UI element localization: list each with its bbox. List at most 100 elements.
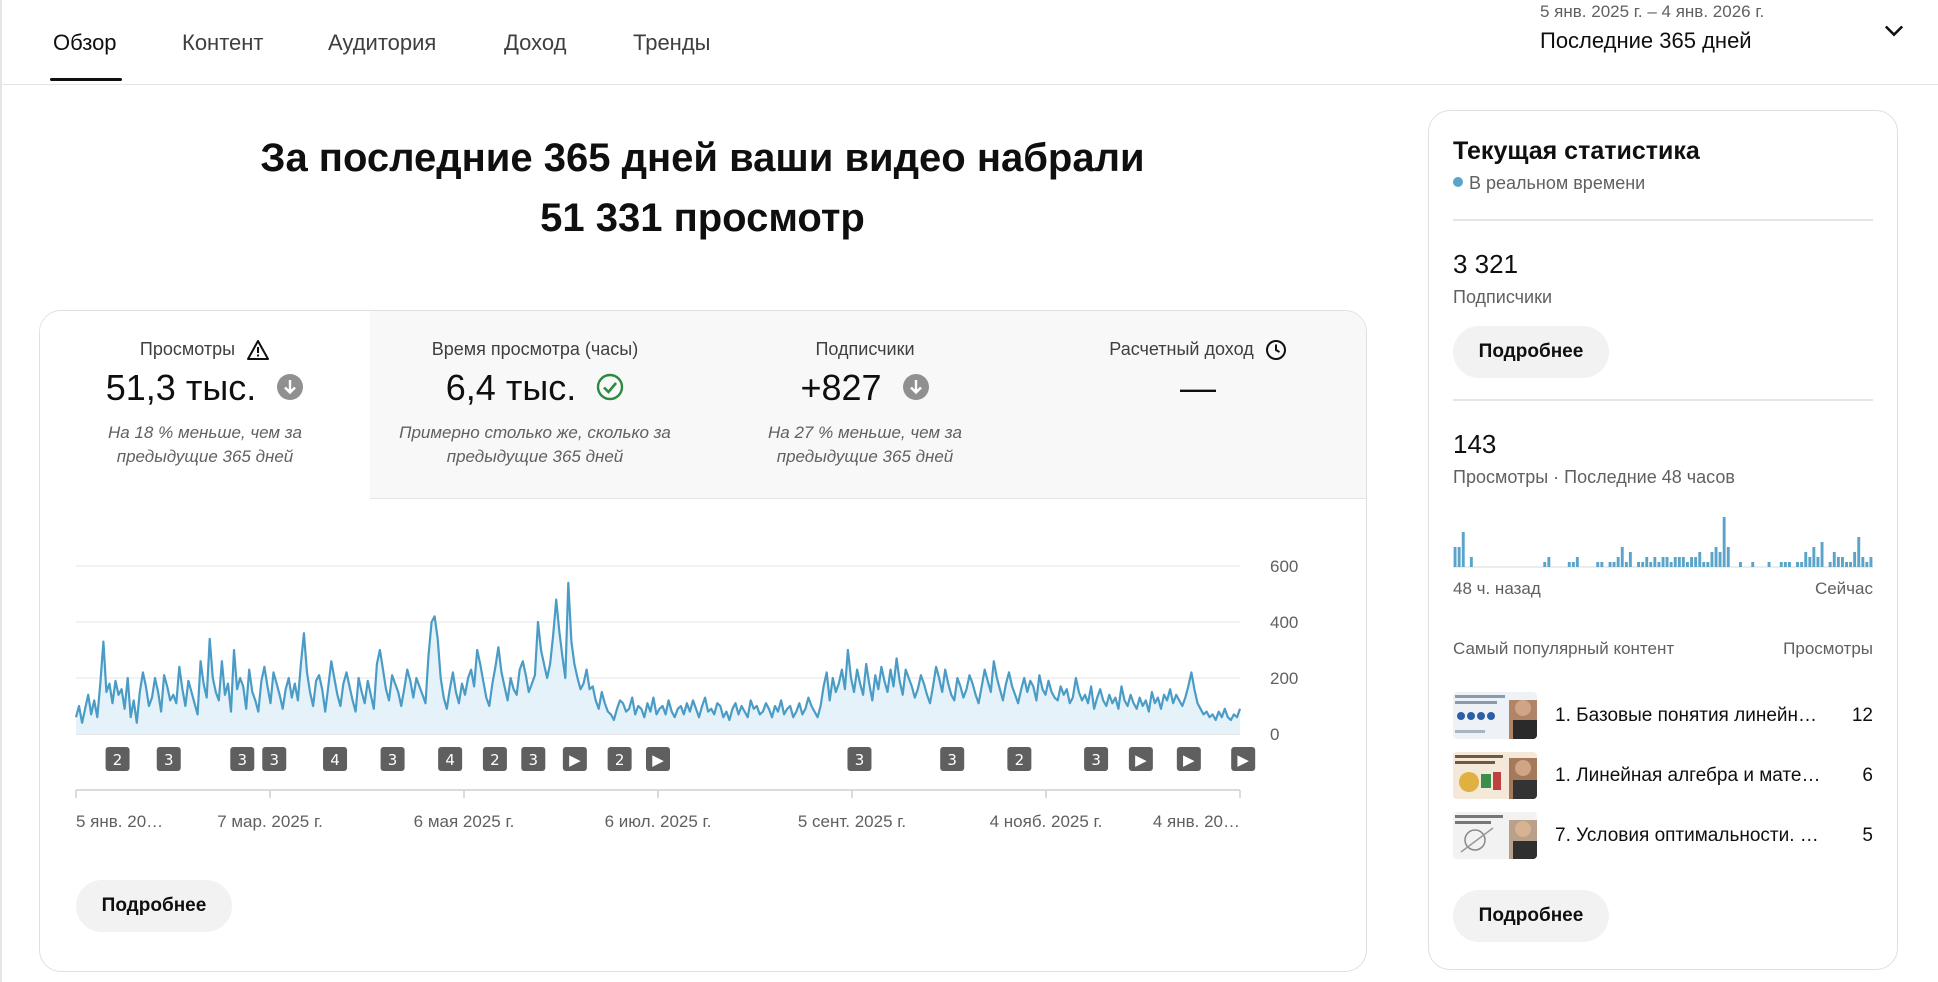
tab-overview[interactable]: Обзор: [53, 30, 117, 56]
top-content-row[interactable]: 1. Линейная алгебра и математический ана…: [1453, 752, 1873, 802]
date-range-label: Последние 365 дней: [1540, 28, 1752, 53]
chart-marker[interactable]: ▶: [1176, 747, 1201, 771]
views-bar: [1702, 562, 1706, 567]
top-content-title: 7. Условия оптимальности. Функция Лагран…: [1555, 825, 1825, 846]
y-tick-label: 400: [1270, 613, 1298, 632]
marker-label: 3: [529, 751, 539, 769]
chart-marker[interactable]: 2: [607, 747, 632, 771]
views-bar: [1681, 557, 1685, 567]
marker-label: 2: [113, 751, 123, 769]
top-content-row[interactable]: 7. Условия оптимальности. Функция Лагран…: [1453, 812, 1873, 862]
marker-label: 3: [269, 751, 279, 769]
metric-title-text: Время просмотра (часы): [431, 339, 639, 359]
chart-marker[interactable]: 2: [105, 747, 130, 771]
views-bar: [1649, 562, 1653, 567]
top-content-col-label: Просмотры: [1783, 639, 1873, 658]
warning-icon[interactable]: [246, 339, 270, 361]
y-tick-label: 200: [1270, 669, 1298, 688]
metric-value-text: 51,3 тыс.: [105, 367, 257, 408]
arrow-down-circle-icon: [902, 374, 929, 401]
views-bar: [1694, 557, 1698, 567]
views-bar: [1567, 562, 1571, 567]
views-bar: [1832, 552, 1836, 567]
marker-label: 4: [445, 751, 455, 769]
chart-marker[interactable]: 3: [1084, 747, 1109, 771]
marker-label: 3: [388, 751, 398, 769]
tab-audience[interactable]: Аудитория: [328, 30, 436, 56]
views-bar: [1628, 552, 1632, 567]
active-tab-indicator: [50, 78, 122, 81]
chart-marker[interactable]: 3: [521, 747, 546, 771]
marker-label: ▶: [1135, 751, 1147, 769]
views-bar: [1575, 557, 1579, 567]
realtime-live-text: В реальном времени: [1469, 173, 1646, 193]
chart-marker[interactable]: 3: [262, 747, 287, 771]
headline-line-1: За последние 365 дней ваши видео набрали: [260, 136, 1145, 180]
views-bar: [1857, 537, 1861, 567]
top-content-label: Самый популярный контент: [1453, 639, 1675, 658]
views-bar: [1608, 562, 1612, 567]
chart-marker[interactable]: ▶: [1128, 747, 1153, 771]
metric-value-text: +827: [800, 367, 882, 408]
top-content-row[interactable]: 1. Базовые понятия линейной алгебры 12: [1453, 692, 1873, 742]
marker-label: 2: [1015, 751, 1025, 769]
views-bar: [1612, 562, 1616, 567]
arrow-down-circle-icon: [277, 374, 304, 401]
views-bar: [1841, 557, 1844, 567]
tab-trends[interactable]: Тренды: [633, 30, 710, 56]
views-bar: [1751, 562, 1755, 567]
chart-marker[interactable]: 3: [380, 747, 405, 771]
more-button[interactable]: Подробнее: [76, 880, 232, 932]
marker-label: 2: [490, 751, 500, 769]
bars-start-label: 48 ч. назад: [1453, 579, 1541, 598]
views-bar: [1469, 557, 1473, 567]
overview-card: Просмотры 51,3 тыс. На 18 % меньше, чем …: [39, 310, 1367, 972]
date-range-dates: 5 янв. 2025 г. – 4 янв. 2026 г.: [1540, 2, 1765, 21]
live-dot-icon: [1453, 177, 1463, 188]
clock-icon[interactable]: [1265, 339, 1287, 361]
views-bar: [1783, 562, 1787, 567]
tab-content[interactable]: Контент: [182, 30, 264, 56]
metric-tab-views[interactable]: Просмотры 51,3 тыс. На 18 % меньше, чем …: [40, 311, 372, 498]
date-range-picker[interactable]: 5 янв. 2025 г. – 4 янв. 2026 г. Последни…: [1540, 0, 1920, 60]
views-bar: [1788, 562, 1791, 567]
views-bar: [1800, 562, 1804, 567]
chart-marker[interactable]: 4: [438, 747, 463, 771]
chart-marker[interactable]: 2: [482, 747, 507, 771]
marker-label: 3: [164, 751, 174, 769]
realtime-panel: Текущая статистика В реальном времени 3 …: [1428, 110, 1898, 970]
views-bar: [1457, 547, 1461, 567]
chart-marker[interactable]: ▶: [646, 747, 670, 771]
metric-tab-revenue[interactable]: Расчетный доход —: [1030, 311, 1366, 499]
top-tabs: Обзор Контент Аудитория Доход Тренды 5 я…: [0, 0, 1938, 85]
tab-revenue[interactable]: Доход: [504, 30, 566, 56]
chart-marker[interactable]: 3: [940, 747, 965, 771]
marker-label: 3: [238, 751, 248, 769]
views-48h-bar-chart: [1453, 517, 1873, 568]
chart-marker[interactable]: 3: [230, 747, 255, 771]
chevron-down-icon[interactable]: [1880, 16, 1908, 44]
marker-label: 4: [330, 751, 340, 769]
views-bar: [1698, 552, 1702, 567]
marker-label: 3: [1091, 751, 1101, 769]
x-tick-label: 6 июл. 2025 г.: [605, 812, 712, 831]
metric-tab-watch-time[interactable]: Время просмотра (часы) 6,4 тыс. Примерно…: [370, 311, 702, 499]
views-bar: [1804, 552, 1808, 567]
subscribers-more-button[interactable]: Подробнее: [1453, 326, 1609, 378]
marker-label: ▶: [1237, 751, 1249, 769]
views-bar: [1706, 562, 1710, 567]
top-content-views: 6: [1862, 765, 1873, 786]
chart-marker[interactable]: ▶: [562, 747, 587, 771]
chart-marker[interactable]: 2: [1007, 747, 1032, 771]
marker-label: ▶: [652, 751, 664, 769]
views-bar: [1665, 557, 1669, 567]
chart-marker[interactable]: ▶: [1231, 747, 1256, 771]
views-bar: [1596, 562, 1600, 567]
views-bar: [1816, 557, 1820, 567]
chart-marker[interactable]: 3: [847, 747, 872, 771]
marker-label: ▶: [1183, 751, 1195, 769]
chart-marker[interactable]: 4: [323, 747, 348, 771]
chart-marker[interactable]: 3: [156, 747, 181, 771]
top-content-more-button[interactable]: Подробнее: [1453, 890, 1609, 942]
metric-tab-subscribers[interactable]: Подписчики +827 На 27 % меньше, чем за п…: [700, 311, 1032, 499]
